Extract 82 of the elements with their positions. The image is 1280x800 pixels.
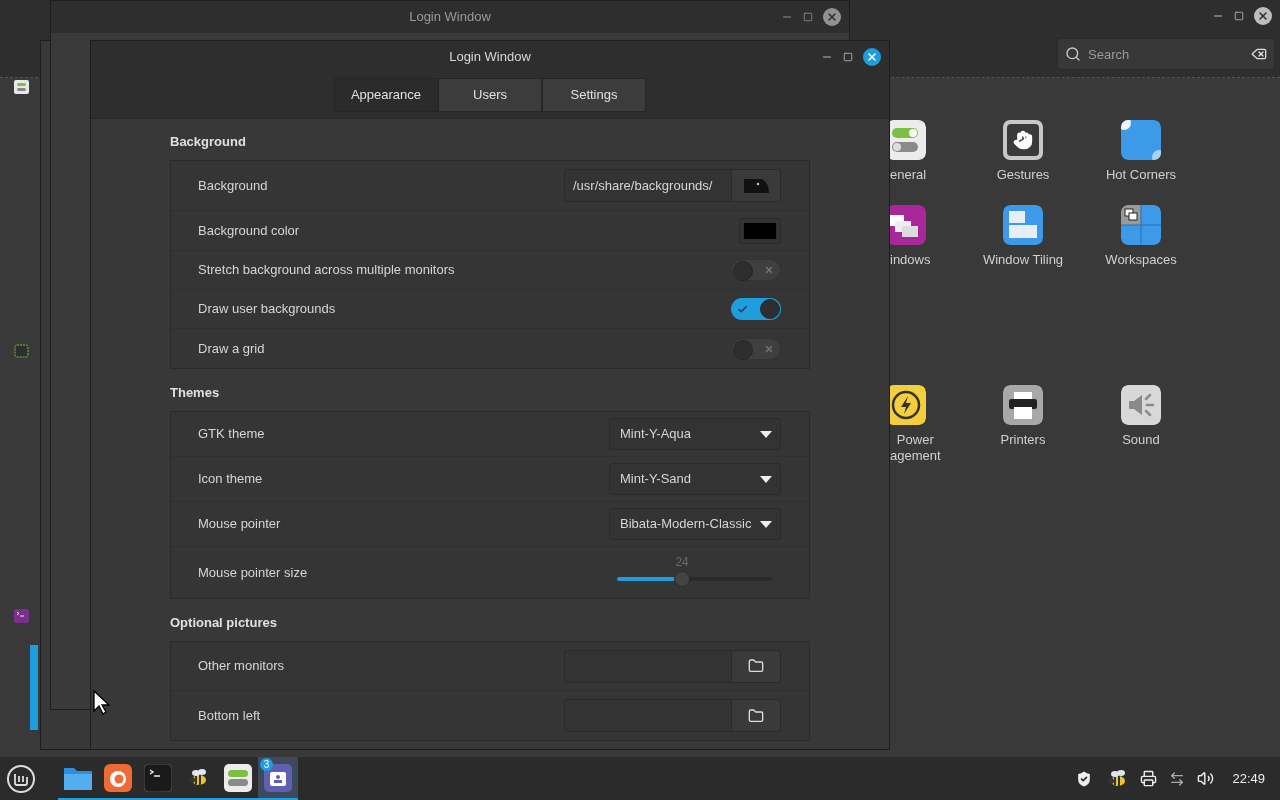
hand-icon [1003, 120, 1043, 160]
file-chooser[interactable]: /usr/share/backgrounds/ [564, 169, 732, 202]
flame-icon [104, 763, 132, 792]
browse-button[interactable] [732, 649, 781, 683]
printer-icon[interactable] [1140, 770, 1158, 787]
cursor-icon [93, 690, 111, 716]
setting-label: Background color [198, 221, 300, 240]
search-field[interactable]: Search [1057, 38, 1275, 70]
setting-label[interactable]: Gestures [996, 167, 1050, 183]
setting-label: Mouse pointer [198, 515, 281, 534]
bee-icon [187, 767, 209, 788]
dropdown[interactable]: Bibata-Modern-Classic [609, 508, 781, 540]
caret-icon [760, 520, 772, 528]
color-button[interactable] [739, 217, 781, 244]
setting-label[interactable]: Power [896, 432, 934, 448]
cross-icon [764, 265, 774, 275]
window-title: Login Window [449, 48, 531, 67]
setting-label: Bottom left [198, 706, 261, 725]
toggles-icon [224, 763, 252, 792]
image-preview-icon [742, 176, 770, 195]
setting-label[interactable]: eneral [890, 167, 927, 183]
cross-icon [764, 343, 774, 354]
window-count-badge: 3 [260, 758, 273, 771]
section-heading: Themes [170, 384, 220, 403]
terminal-icon[interactable] [14, 609, 29, 623]
setting-label: GTK theme [198, 425, 265, 444]
slider-track[interactable] [617, 576, 772, 581]
clock[interactable]: 22:49 [1232, 768, 1265, 789]
dashed-square-icon[interactable] [14, 344, 29, 358]
tab[interactable]: Appearance [334, 78, 438, 112]
toggle-switch[interactable] [731, 298, 781, 320]
folder-icon [748, 658, 764, 674]
toggle-switch[interactable] [731, 337, 781, 360]
section-heading: Optional pictures [170, 614, 277, 633]
folder-icon [748, 707, 764, 724]
setting-label: Draw a grid [198, 339, 265, 358]
printer-icon [1003, 385, 1043, 425]
section-heading: Background [170, 133, 246, 152]
close-button[interactable] [863, 48, 881, 66]
corners-icon [1121, 120, 1161, 160]
dropdown[interactable]: Mint-Y-Aqua [609, 418, 781, 450]
setting-label: Stretch background across multiple monitors [198, 261, 455, 280]
tiling-icon [1003, 205, 1043, 245]
windows-icon [890, 205, 926, 245]
setting-label[interactable]: Sound [1122, 432, 1160, 448]
volume-icon[interactable] [1197, 770, 1215, 787]
close-icon [866, 51, 878, 63]
close-icon [1257, 10, 1269, 22]
window-title: Login Window [409, 8, 491, 27]
dropdown[interactable]: Mint-Y-Sand [609, 463, 781, 495]
maximize-icon[interactable] [843, 52, 853, 62]
menu-icon[interactable] [6, 763, 36, 794]
setting-label: Draw user backgrounds [198, 300, 336, 319]
browse-button[interactable] [732, 699, 781, 732]
setting-label: Background [198, 176, 268, 195]
close-icon [826, 11, 838, 23]
slider-thumb[interactable] [674, 570, 691, 587]
clear-icon[interactable] [1251, 46, 1267, 62]
search-icon [1065, 46, 1081, 62]
check-icon [737, 303, 748, 315]
setting-label[interactable]: Workspaces [1105, 252, 1177, 268]
maximize-icon[interactable] [803, 12, 813, 22]
setting-label[interactable]: Printers [1000, 432, 1046, 448]
toggle-switch[interactable] [731, 259, 781, 281]
setting-label[interactable]: agement [890, 448, 941, 464]
caret-icon [760, 430, 772, 438]
tab[interactable]: Users [438, 78, 542, 112]
setting-label: Icon theme [198, 470, 263, 489]
toggles-icon[interactable] [14, 80, 29, 94]
network-icon[interactable] [1169, 770, 1186, 787]
toggles-icon [890, 120, 926, 160]
speaker-icon [1121, 385, 1161, 425]
setting-label: Other monitors [198, 657, 284, 676]
terminal-icon [144, 763, 172, 792]
workspaces-icon [1121, 205, 1161, 245]
maximize-icon[interactable] [1234, 11, 1244, 21]
caret-icon [760, 475, 772, 483]
setting-label: Mouse pointer size [198, 563, 308, 582]
setting-label[interactable]: Hot Corners [1105, 167, 1177, 183]
tab[interactable]: Settings [542, 78, 646, 112]
setting-label[interactable]: indows [890, 252, 931, 268]
setting-label[interactable]: Window Tiling [982, 252, 1064, 268]
